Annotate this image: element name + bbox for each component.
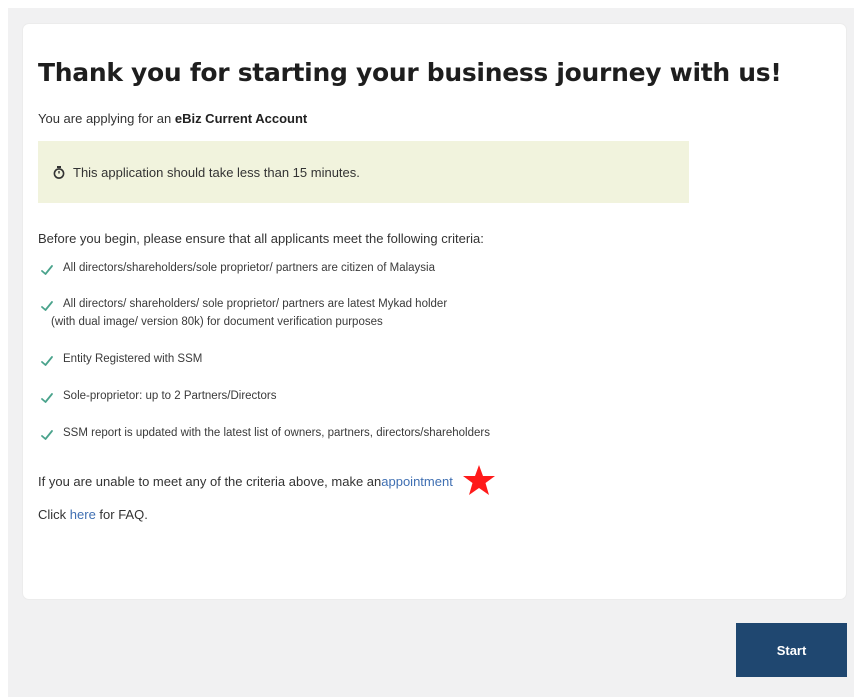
account-type-line: You are applying for an eBiz Current Acc… — [38, 111, 307, 126]
start-button[interactable]: Start — [736, 623, 847, 677]
faq-prefix: Click — [38, 507, 70, 522]
criteria-item-text: All directors/shareholders/sole propriet… — [63, 262, 435, 274]
appointment-prefix: If you are unable to meet any of the cri… — [38, 473, 382, 489]
faq-link[interactable]: here — [70, 507, 96, 522]
criteria-item-text: All directors/ shareholders/ sole propri… — [63, 298, 448, 310]
account-type-name: eBiz Current Account — [174, 111, 308, 126]
criteria-item-text: Entity Registered with SSM — [63, 353, 203, 365]
check-icon — [41, 265, 53, 275]
criteria-item: SSM report is updated with the latest li… — [40, 425, 680, 455]
duration-notice: This application should take less than 1… — [38, 141, 689, 203]
check-icon — [41, 356, 53, 366]
criteria-intro: Before you begin, please ensure that all… — [38, 231, 484, 246]
appointment-line: If you are unable to meet any of the cri… — [38, 465, 496, 497]
page-title: Thank you for starting your business jou… — [38, 58, 782, 87]
account-type-prefix: You are applying for an — [38, 111, 175, 126]
criteria-item-text-continued: (with dual image/ version 80k) for docum… — [51, 316, 383, 328]
appointment-link[interactable]: appointment — [381, 474, 453, 489]
criteria-item: All directors/ shareholders/ sole propri… — [40, 296, 680, 351]
stopwatch-icon — [52, 165, 66, 179]
criteria-item-text: Sole-proprietor: up to 2 Partners/Direct… — [63, 390, 277, 402]
criteria-list: All directors/shareholders/sole propriet… — [40, 260, 680, 455]
duration-notice-text: This application should take less than 1… — [73, 164, 360, 180]
faq-line: Click here for FAQ. — [38, 507, 148, 522]
check-icon — [41, 393, 53, 403]
check-icon — [41, 430, 53, 440]
star-icon — [462, 465, 495, 495]
criteria-item: Sole-proprietor: up to 2 Partners/Direct… — [40, 388, 680, 425]
check-icon — [41, 301, 53, 311]
criteria-item-text: SSM report is updated with the latest li… — [63, 427, 490, 439]
criteria-item: All directors/shareholders/sole propriet… — [40, 260, 680, 296]
faq-suffix: for FAQ. — [95, 507, 148, 522]
criteria-item: Entity Registered with SSM — [40, 351, 680, 388]
